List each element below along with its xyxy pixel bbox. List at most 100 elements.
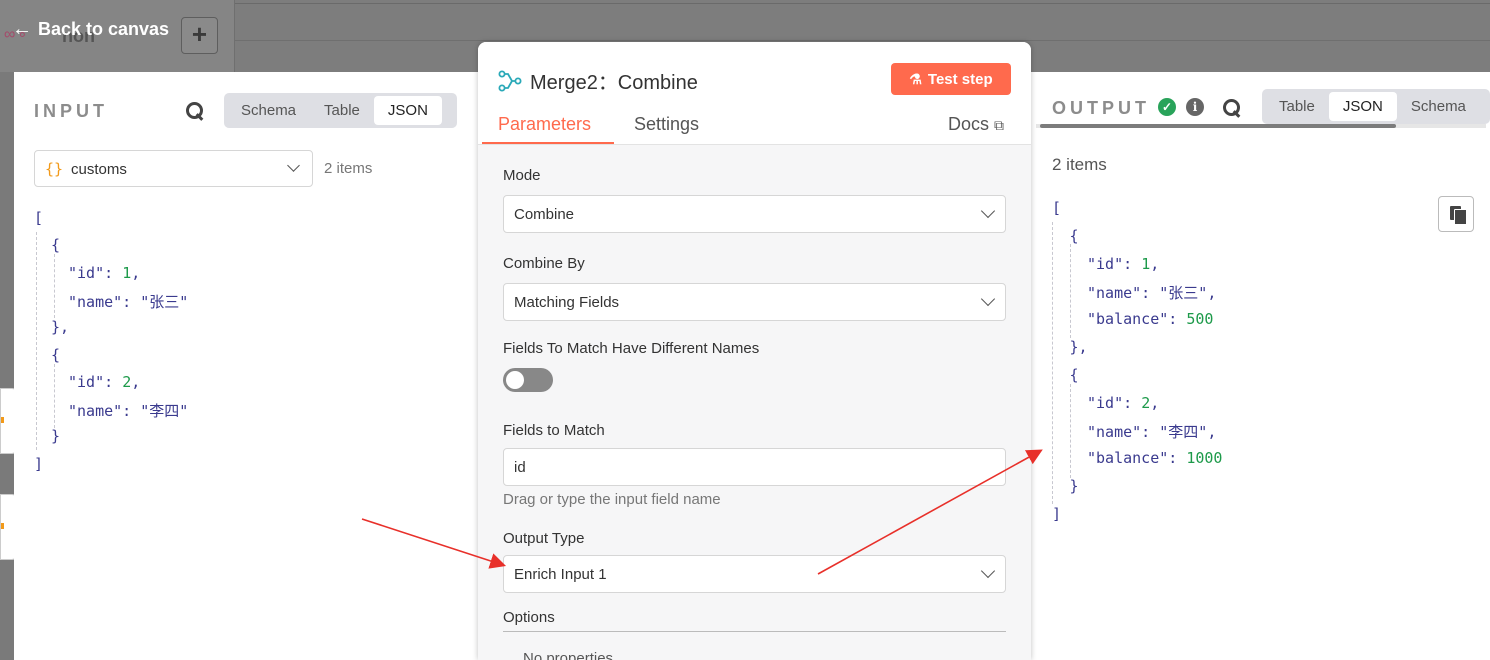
- indent-guide: [36, 232, 37, 450]
- json-line: {: [1070, 366, 1079, 384]
- json-line: "balance": 500: [1087, 310, 1213, 328]
- info-icon[interactable]: i: [1186, 98, 1204, 116]
- tab-table[interactable]: Table: [310, 96, 374, 125]
- chevron-down-icon: [287, 159, 300, 172]
- json-line: "id": 2,: [68, 373, 140, 391]
- header-divider: [235, 40, 1490, 41]
- json-key: "id":: [1087, 393, 1142, 412]
- search-icon[interactable]: [1223, 99, 1241, 117]
- json-line: }: [1070, 477, 1079, 495]
- json-bracket: }: [1069, 477, 1079, 495]
- output-view-switcher: Table JSON Schema: [1262, 89, 1490, 124]
- output-type-value: Enrich Input 1: [514, 566, 607, 583]
- merge-node-icon: [498, 70, 522, 91]
- test-step-button[interactable]: ⚗ Test step: [891, 63, 1011, 95]
- fields-to-match-input[interactable]: id: [503, 448, 1006, 486]
- options-divider: [503, 631, 1006, 632]
- source-node-select[interactable]: {} customs: [34, 150, 313, 187]
- output-panel: OUTPUT ✓ i Table JSON Schema 2 items [{"…: [1030, 72, 1490, 660]
- json-value: "李四": [140, 402, 189, 421]
- json-key: "name":: [68, 402, 141, 421]
- mode-select[interactable]: Combine: [503, 195, 1006, 233]
- json-line: "name": "李四": [68, 400, 188, 421]
- indent-guide: [54, 364, 55, 428]
- tab-settings[interactable]: Settings: [634, 114, 699, 135]
- docs-label: Docs: [948, 114, 990, 134]
- source-node-value: customs: [71, 161, 127, 178]
- external-link-icon: ⧉: [994, 117, 1005, 133]
- json-value: 1: [122, 263, 132, 282]
- json-line: [: [1052, 199, 1061, 217]
- json-value: 1000: [1186, 449, 1223, 468]
- json-line: "name": "张三",: [1087, 282, 1216, 303]
- json-bracket: {: [1069, 365, 1079, 384]
- chevron-down-icon: [980, 563, 996, 579]
- json-bracket: [: [34, 209, 44, 227]
- back-to-canvas-button[interactable]: ← Back to canvas: [12, 18, 169, 41]
- combine-by-value: Matching Fields: [514, 294, 620, 311]
- search-icon[interactable]: [186, 102, 204, 120]
- json-key: "balance":: [1087, 310, 1187, 329]
- json-key: "id":: [1087, 254, 1142, 273]
- json-separator: ,: [131, 263, 141, 282]
- json-separator: ,: [131, 372, 141, 391]
- tab-schema[interactable]: Schema: [1397, 92, 1480, 121]
- mode-value: Combine: [514, 206, 575, 223]
- scrollbar-thumb[interactable]: [1040, 124, 1396, 128]
- json-line: "id": 1,: [68, 264, 140, 282]
- arrow-left-icon: ←: [12, 18, 32, 40]
- json-key: "balance":: [1087, 449, 1187, 468]
- json-bracket: [: [1052, 199, 1062, 217]
- json-line: "balance": 1000: [1087, 449, 1222, 467]
- back-to-canvas-label: Back to canvas: [38, 19, 170, 39]
- item-count: 2 items: [324, 160, 373, 177]
- item-count: 2 items: [1052, 155, 1107, 174]
- json-value: "张三": [140, 292, 189, 311]
- combine-by-select[interactable]: Matching Fields: [503, 283, 1006, 321]
- connector-dot-icon: [1, 417, 4, 423]
- tab-parameters[interactable]: Parameters: [498, 114, 591, 135]
- json-line: [: [34, 209, 43, 227]
- json-bracket: {: [1069, 226, 1079, 245]
- different-names-toggle[interactable]: [503, 368, 553, 392]
- json-value: 2: [1141, 393, 1151, 412]
- json-key: "name":: [1087, 423, 1160, 442]
- tab-json[interactable]: JSON: [1328, 92, 1397, 121]
- active-tab-indicator: [482, 142, 614, 144]
- json-line: },: [1070, 338, 1088, 356]
- tab-json[interactable]: JSON: [373, 96, 442, 125]
- copy-button[interactable]: [1438, 196, 1474, 232]
- mode-label: Mode: [503, 167, 541, 184]
- chevron-down-icon: [980, 291, 996, 307]
- node-title-text: Merge2：Combine: [530, 72, 698, 94]
- input-title: INPUT: [34, 101, 108, 121]
- json-line: "id": 2,: [1087, 394, 1159, 412]
- json-line: "name": "李四",: [1087, 421, 1216, 442]
- json-value: "李四": [1159, 423, 1208, 442]
- json-line: }: [51, 427, 60, 445]
- different-names-label: Fields To Match Have Different Names: [503, 340, 760, 357]
- json-line: "id": 1,: [1087, 255, 1159, 273]
- node-header: Merge2：Combine ⚗ Test step Parameters Se…: [478, 42, 1031, 145]
- tab-table[interactable]: Table: [1265, 92, 1329, 121]
- json-bracket: },: [51, 318, 70, 337]
- fields-to-match-label: Fields to Match: [503, 422, 605, 439]
- output-type-label: Output Type: [503, 530, 585, 547]
- tab-schema[interactable]: Schema: [227, 96, 310, 125]
- indent-guide: [1070, 244, 1071, 338]
- json-line: "name": "张三": [68, 291, 188, 312]
- input-view-switcher: Schema Table JSON: [224, 93, 457, 128]
- indent-guide: [1052, 222, 1053, 504]
- json-line: {: [1070, 227, 1079, 245]
- json-key: "name":: [68, 292, 141, 311]
- output-type-select[interactable]: Enrich Input 1: [503, 555, 1006, 593]
- docs-link[interactable]: Docs ⧉: [948, 114, 1004, 135]
- node-settings-panel: Merge2：Combine ⚗ Test step Parameters Se…: [478, 42, 1031, 660]
- json-value: "张三": [1159, 284, 1208, 303]
- json-key: "id":: [68, 372, 123, 391]
- indent-guide: [54, 254, 55, 318]
- json-bracket: ]: [1052, 504, 1062, 523]
- json-value: 2: [122, 372, 132, 391]
- add-node-button[interactable]: +: [181, 17, 218, 54]
- options-label: Options: [503, 609, 555, 626]
